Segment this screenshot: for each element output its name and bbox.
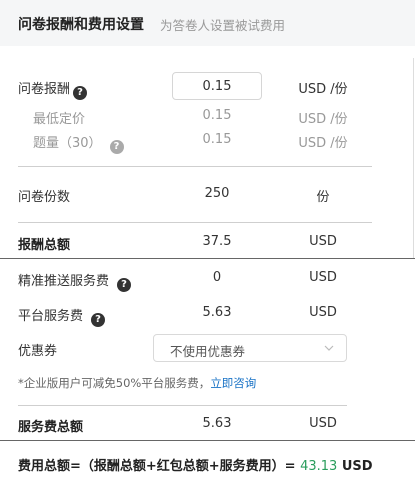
help-icon[interactable]: ? (109, 140, 124, 154)
min-price-value: 0.15 (202, 108, 232, 123)
copies-value: 250 (204, 186, 230, 201)
copies-unit: 份 (316, 190, 330, 205)
reward-total-unit: USD (309, 234, 337, 249)
question-count-value: 0.15 (202, 132, 232, 147)
push-fee-label: 精准推送服务费 (18, 274, 110, 289)
reward-total-value: 37.5 (202, 234, 232, 249)
help-icon[interactable]: ? (91, 313, 106, 327)
question-count-label: 题量（30） (33, 136, 102, 151)
divider (18, 405, 347, 406)
coupon-selected-value: 不使用优惠券 (170, 344, 246, 359)
copies-label: 问卷份数 (18, 190, 71, 205)
question-count-unit: USD /份 (298, 136, 348, 151)
divider (0, 440, 415, 441)
coupon-label: 优惠券 (18, 344, 58, 359)
panel-subtitle: 为答卷人设置被试费用 (160, 18, 286, 33)
consult-link[interactable]: 立即咨询 (210, 376, 256, 390)
question-count-row: 题量（30）? (33, 132, 124, 154)
reward-label-row: 问卷报酬? (18, 78, 88, 100)
help-icon[interactable]: ? (73, 86, 88, 100)
chevron-down-icon (324, 345, 334, 351)
grand-total-row: 费用总额=（报酬总额+红包总额+服务费用）= 43.13 USD (18, 455, 373, 474)
panel-header: 问卷报酬和费用设置 为答卷人设置被试费用 (0, 0, 415, 46)
service-total-label: 服务费总额 (18, 420, 84, 435)
push-fee-value: 0 (212, 270, 222, 285)
min-price-unit: USD /份 (298, 112, 348, 127)
reward-price-input[interactable] (172, 72, 262, 100)
platform-fee-label: 平台服务费 (18, 309, 84, 324)
platform-fee-row: 平台服务费? (18, 305, 106, 327)
grand-total-value: 43.13 (300, 459, 338, 474)
min-price-label: 最低定价 (33, 112, 86, 127)
service-total-value: 5.63 (202, 416, 232, 431)
reward-total-label: 报酬总额 (18, 238, 71, 253)
reward-unit: USD /份 (298, 82, 348, 97)
divider (18, 222, 372, 223)
platform-fee-value: 5.63 (202, 305, 232, 320)
help-icon[interactable]: ? (117, 278, 132, 292)
coupon-select[interactable]: 不使用优惠券 (153, 334, 347, 362)
enterprise-note: *企业版用户可减免50%平台服务费，立即咨询 (18, 375, 256, 391)
service-total-unit: USD (309, 416, 337, 431)
push-fee-row: 精准推送服务费? (18, 270, 132, 292)
reward-label: 问卷报酬 (18, 82, 71, 97)
push-fee-unit: USD (309, 270, 337, 285)
grand-total-label: 费用总额=（报酬总额+红包总额+服务费用）= (18, 459, 296, 474)
grand-total-unit: USD (341, 459, 373, 474)
enterprise-note-text: *企业版用户可减免50%平台服务费， (18, 376, 211, 390)
right-divider (413, 58, 414, 258)
divider (18, 166, 372, 167)
platform-fee-unit: USD (309, 305, 337, 320)
panel-title: 问卷报酬和费用设置 (18, 17, 144, 33)
divider (0, 258, 415, 259)
